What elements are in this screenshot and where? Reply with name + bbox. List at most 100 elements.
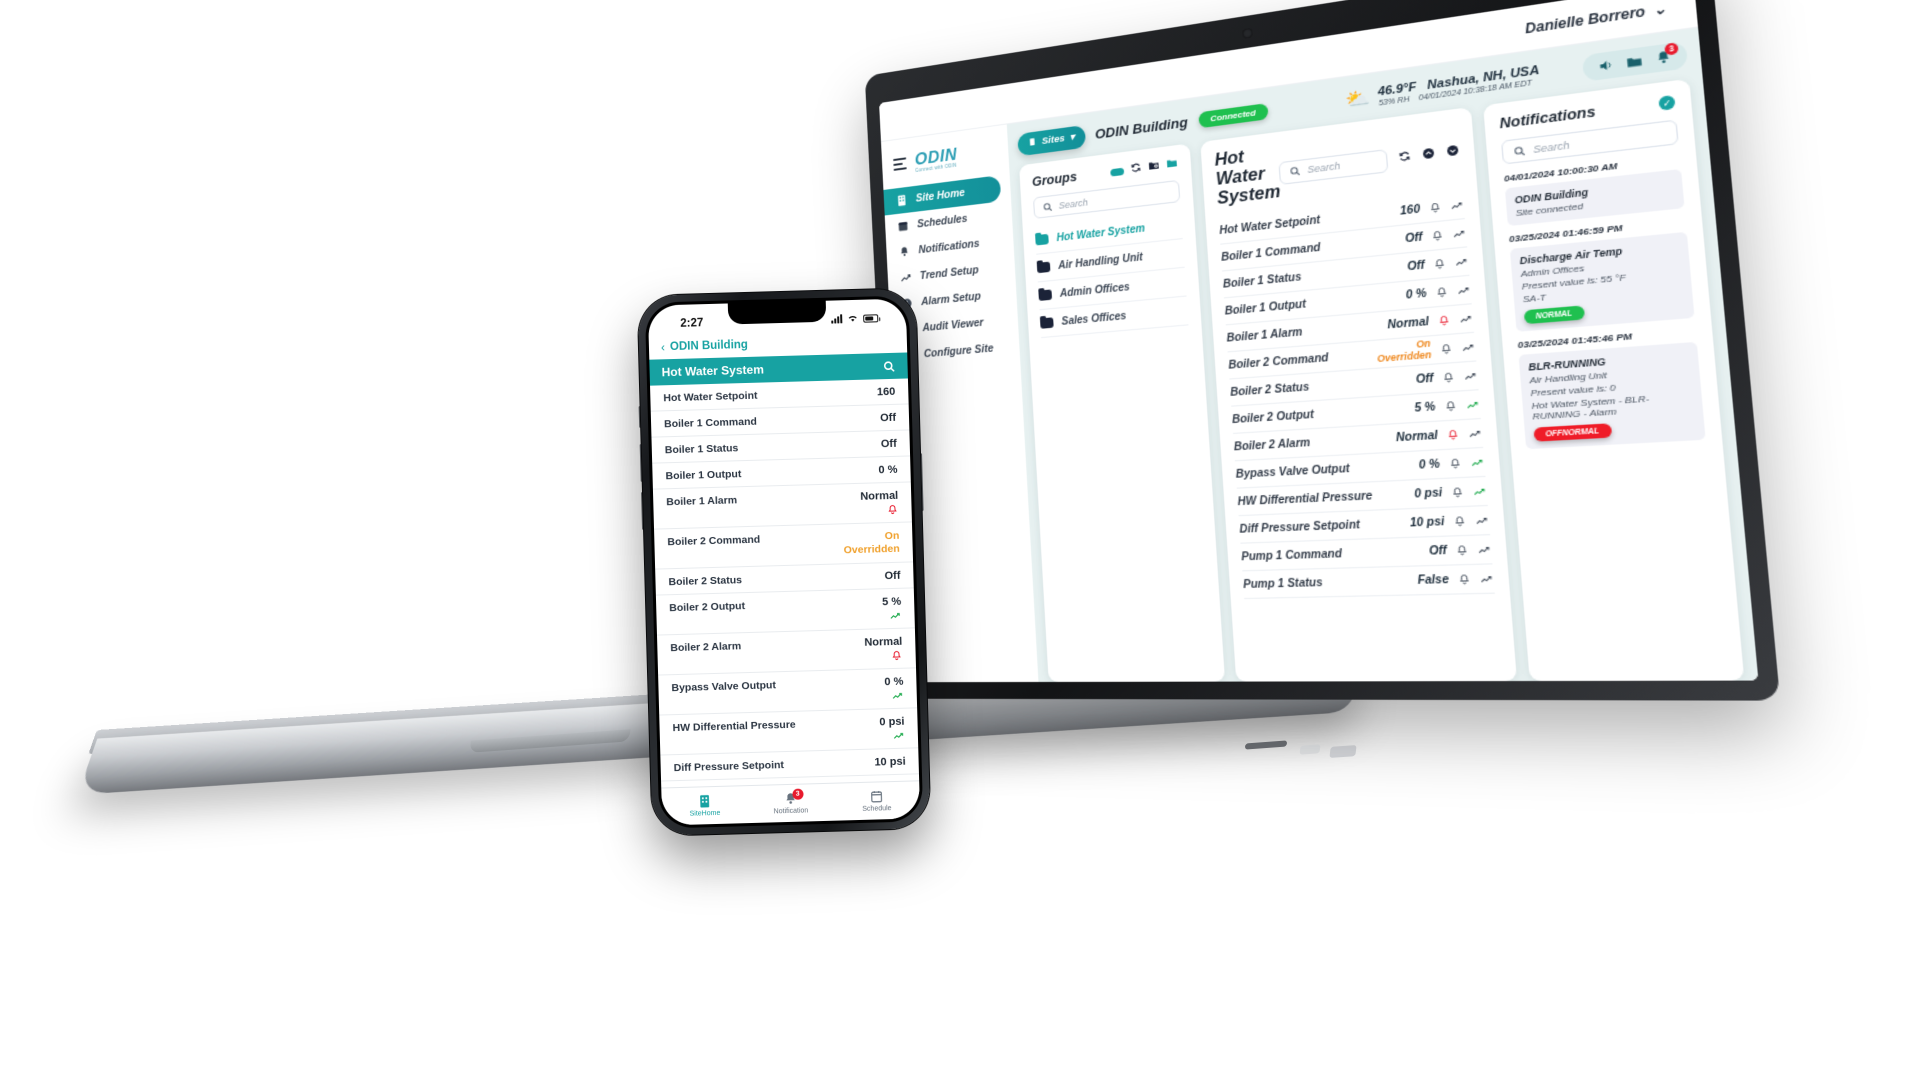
group-item-hot-water-system[interactable]: Hot Water System [1034,210,1183,255]
notification-card[interactable]: ODIN Building Site connected [1504,168,1685,227]
folder-icon[interactable] [1166,157,1179,173]
sites-dropdown-button[interactable]: Sites ▾ [1017,124,1086,156]
add-folder-icon[interactable] [1148,159,1161,175]
alarm-bell-icon[interactable] [1455,544,1470,557]
trend-icon[interactable] [1472,485,1487,498]
point-name: Pump 1 Status [1242,576,1323,591]
trend-icon[interactable] [1450,198,1464,212]
webcam-icon [1242,27,1253,39]
notification-card[interactable]: Discharge Air Temp Admin Offices Present … [1509,231,1695,332]
alarm-bell-icon[interactable] [1452,514,1467,527]
point-row[interactable]: Boiler 1 Output 0 % [1223,275,1472,326]
bell-icon [888,505,897,515]
group-item-admin-offices[interactable]: Admin Offices [1037,267,1187,311]
notification-entry[interactable]: 04/01/2024 10:00:30 AM ODIN Building Sit… [1504,154,1685,227]
notifications-title: Notifications [1498,103,1597,132]
notification-entry[interactable]: 03/25/2024 01:45:46 PM BLR-RUNNING Air H… [1517,326,1706,450]
point-row[interactable]: Boiler 2 Output 5 % [1231,390,1481,434]
trend-icon[interactable] [1477,543,1492,556]
phone-nav-title[interactable]: ODIN Building [670,339,748,353]
chevron-left-icon[interactable]: ‹ [661,340,665,354]
check-circle-icon[interactable]: ✓ [1658,94,1676,111]
point-row[interactable]: HW Differential Pressure 0 psi [1236,476,1488,517]
trend-icon[interactable] [1457,283,1472,297]
trend-icon [1452,226,1466,240]
point-row[interactable]: Pump 1 Command Off [1240,535,1493,572]
trend-icon[interactable] [1475,514,1490,527]
group-item-sales-offices[interactable]: Sales Offices [1039,296,1189,339]
trend-icon[interactable] [1454,255,1468,269]
refresh-icon[interactable] [1398,149,1412,166]
alarm-bell-icon[interactable] [1446,428,1460,441]
alarm-bell-icon[interactable] [1428,201,1442,215]
trend-icon[interactable] [1452,226,1466,240]
points-search-input[interactable]: Search [1278,148,1389,185]
phone-points-list[interactable]: Hot Water Setpoint 160 Boiler 1 Command Off… [650,378,920,788]
point-row[interactable]: Boiler 1 Alarm Normal [1225,304,1475,353]
point-row[interactable]: Boiler 2 Status Off [1229,361,1479,407]
search-icon[interactable] [882,359,895,372]
point-row[interactable]: Boiler 2 Command On Overridden [1227,332,1477,380]
alarm-bell-icon[interactable] [1432,257,1446,271]
sidebar-item-label: Alarm Setup [920,289,982,308]
point-row[interactable]: Boiler 1 Status Off [1222,247,1470,299]
trend-icon[interactable] [1479,572,1494,585]
trend-icon[interactable] [1463,369,1478,383]
phone-tab-sitehome[interactable]: SiteHome [661,786,748,825]
notifications-list: 04/01/2024 10:00:30 AM ODIN Building Sit… [1504,154,1706,450]
trend-icon [1450,198,1464,212]
user-menu[interactable]: Danielle Borrero ⌄ [1524,0,1667,36]
points-list: Hot Water Setpoint 160 Boiler 1 Command … [1218,190,1495,600]
notification-card[interactable]: BLR-RUNNING Air Handling Unit Present val… [1518,341,1706,450]
trend-icon[interactable] [1459,312,1474,326]
alarm-bell-icon[interactable]: 3 [1654,42,1679,66]
trend-icon[interactable] [1468,427,1483,440]
groups-search-input[interactable]: Search [1032,179,1181,219]
point-row[interactable]: Diff Pressure Setpoint 10 psi [1238,506,1491,544]
point-value: Off [1428,544,1448,558]
point-row[interactable]: Bypass Valve Output 0 % [1234,447,1486,489]
speaker-icon[interactable] [1597,57,1615,74]
refresh-icon[interactable] [1130,161,1142,177]
group-item-air-handling-unit[interactable]: Air Handling Unit [1036,239,1185,283]
notifications-search-input[interactable]: Search [1500,119,1679,165]
phone-tab-schedule[interactable]: Schedule [833,781,920,820]
point-row[interactable]: Boiler 2 Alarm Normal [1233,419,1484,462]
hamburger-menu-icon[interactable] [893,157,907,172]
alarm-bell-icon[interactable] [1435,285,1449,299]
alarm-bell-icon[interactable] [1457,573,1472,586]
group-label: Admin Offices [1059,281,1131,300]
alarm-bell-icon[interactable] [1450,486,1465,499]
phone-tab-label: SiteHome [689,809,721,818]
alarm-bell-icon[interactable] [1444,399,1458,412]
point-row[interactable]: Boiler 1 Command Off [1220,219,1468,272]
notification-line: Site connected [1515,200,1584,219]
sidebar-item-notifications[interactable]: Notifications [886,226,1014,266]
collapse-icon[interactable] [1421,147,1435,164]
trend-icon[interactable] [1470,456,1485,469]
alarm-bell-icon[interactable] [1430,229,1444,243]
trend-icon[interactable] [1466,398,1481,412]
sidebar-item-trend-setup[interactable]: Trend Setup [887,253,1015,292]
toggle-switch-icon[interactable] [1110,167,1125,177]
trend-icon[interactable] [1461,340,1476,354]
phone-point-name: Boiler 1 Alarm [666,494,738,509]
sidebar-item-schedules[interactable]: Schedules [885,200,1013,241]
alarm-bell-icon[interactable] [1437,314,1451,328]
point-row[interactable]: Pump 1 Status False [1242,564,1495,600]
folder-icon [1038,289,1053,301]
alarm-bell-icon[interactable] [1441,371,1455,385]
folder-icon[interactable] [1625,53,1643,70]
sidebar-item-site-home[interactable]: Site Home [883,174,1002,216]
app-body: ODIN Connect with ODIN Site Home Schedul… [881,27,1759,683]
point-row[interactable]: Hot Water Setpoint 160 [1218,190,1465,245]
bell-icon [1450,486,1465,499]
trend-icon [1479,572,1494,585]
bell-icon [1441,371,1455,385]
point-name: Bypass Valve Output [1235,462,1351,481]
alarm-bell-icon[interactable] [1439,342,1453,356]
expand-icon[interactable] [1446,144,1461,161]
phone-tab-notification[interactable]: 3 Notification [747,784,834,823]
notification-entry[interactable]: 03/25/2024 01:46:59 PM Discharge Air Tem… [1509,216,1695,332]
alarm-bell-icon[interactable] [1448,457,1463,470]
